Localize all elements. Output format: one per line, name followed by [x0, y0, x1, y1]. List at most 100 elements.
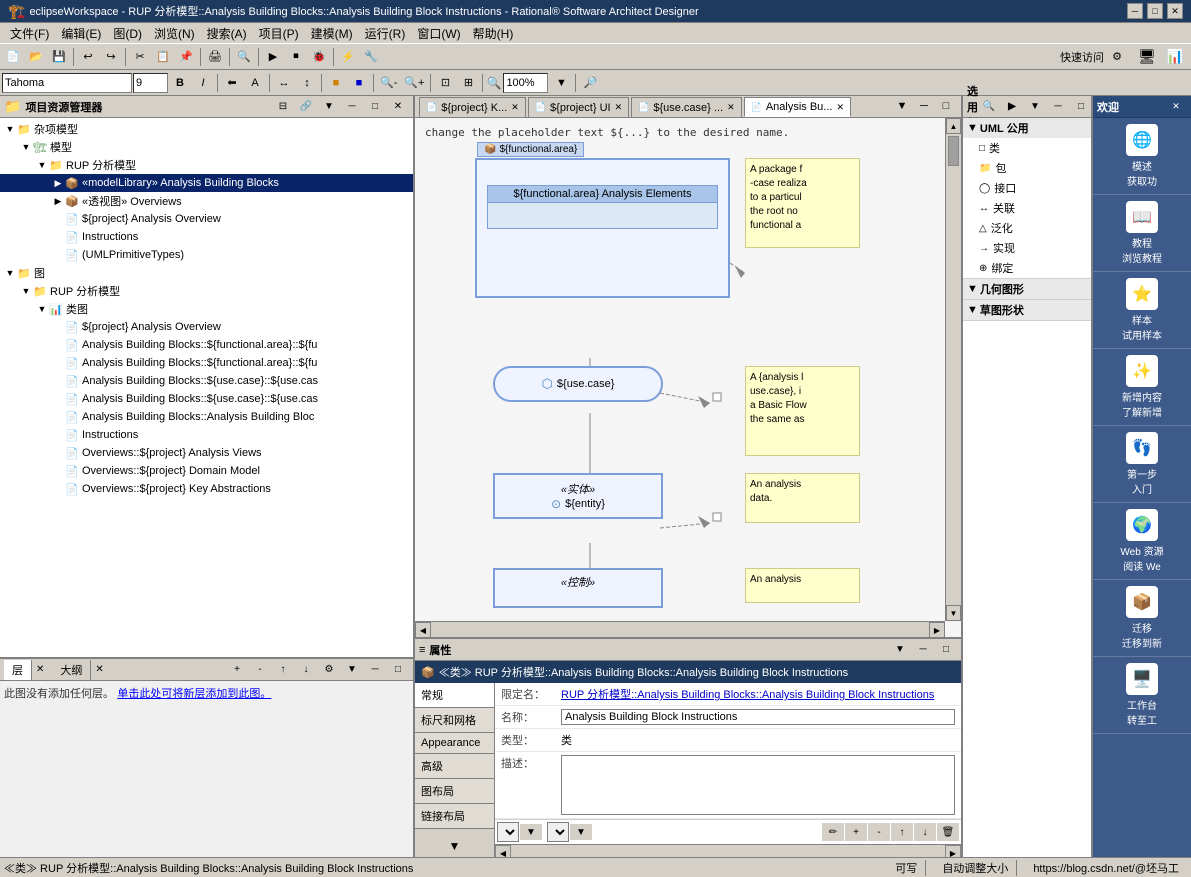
- menu-project[interactable]: 项目(P): [253, 23, 305, 44]
- pe-menu[interactable]: ▼: [318, 99, 340, 115]
- tb-cut[interactable]: ✂: [129, 46, 151, 68]
- tab-close-2[interactable]: ✕: [727, 102, 735, 113]
- menu-browse[interactable]: 浏览(N): [148, 23, 201, 44]
- editor-max[interactable]: □: [935, 96, 957, 117]
- tb-settings[interactable]: ⚙: [1106, 46, 1128, 68]
- tb-undo[interactable]: ↩: [77, 46, 99, 68]
- tab-project-k[interactable]: 📄 ${project} K... ✕: [419, 97, 526, 117]
- props-tab-diagram[interactable]: 图布局: [415, 779, 494, 804]
- palette-section-geometry-header[interactable]: ▼ 几何图形: [963, 279, 1091, 299]
- outline-close[interactable]: ✕: [95, 664, 103, 675]
- props-tab-general[interactable]: 常规: [415, 683, 494, 708]
- tree-item-r13[interactable]: 📄 Analysis Building Blocks::${functional…: [0, 354, 413, 372]
- welcome-firststep[interactable]: 👣 第一步入门: [1093, 426, 1191, 503]
- editor-min[interactable]: ─: [913, 96, 935, 117]
- tree-item-r18[interactable]: 📄 Overviews::${project} Analysis Views: [0, 444, 413, 462]
- tree-item-rup[interactable]: ▼ 📁 RUP 分析模型: [0, 156, 413, 174]
- uml-usecase-shape[interactable]: ⬡ ${use.case}: [493, 366, 663, 402]
- tree-item-modellib[interactable]: ▶ 📦 «modelLibrary» Analysis Building Blo…: [0, 174, 413, 192]
- zoom-input[interactable]: [503, 73, 548, 93]
- tab-project-ui[interactable]: 📄 ${project} UI ✕: [528, 97, 629, 117]
- props-tab-appearance[interactable]: Appearance: [415, 733, 494, 754]
- props-edit-4[interactable]: ↑: [891, 823, 913, 841]
- tab-close-0[interactable]: ✕: [511, 102, 519, 113]
- font-size-input[interactable]: [133, 73, 168, 93]
- tree-item-r12[interactable]: 📄 Analysis Building Blocks::${functional…: [0, 336, 413, 354]
- tb-btn3[interactable]: 🐞: [308, 46, 330, 68]
- menu-run[interactable]: 运行(R): [359, 23, 412, 44]
- layers-down[interactable]: ↓: [295, 662, 317, 678]
- pe-link[interactable]: 🔗: [295, 99, 317, 115]
- tree-item-r20[interactable]: 📄 Overviews::${project} Key Abstractions: [0, 480, 413, 498]
- tb-save[interactable]: 💾: [48, 46, 70, 68]
- uml-entity-shape[interactable]: «实体» ⊙ ${entity}: [493, 473, 663, 519]
- palette-item-class[interactable]: □ 类: [963, 138, 1091, 158]
- tree-item-r17[interactable]: 📄 Instructions: [0, 426, 413, 444]
- welcome-tutorial[interactable]: 📖 教程浏览教程: [1093, 195, 1191, 272]
- tab-analysis-bu[interactable]: 📄 Analysis Bu... ✕: [744, 97, 851, 117]
- tb-arrange[interactable]: ⊞: [457, 72, 479, 94]
- palette-item-interface[interactable]: ◯ 接口: [963, 178, 1091, 198]
- tab-usecase[interactable]: 📄 ${use.case} ... ✕: [631, 97, 741, 117]
- align-left[interactable]: ⬅: [221, 72, 243, 94]
- props-edit-1[interactable]: ✏: [822, 823, 844, 841]
- welcome-close[interactable]: ✕: [1165, 100, 1187, 114]
- tab-close-1[interactable]: ✕: [615, 102, 623, 113]
- tree-item-overviews[interactable]: ▶ 📦 «透视图» Overviews: [0, 192, 413, 210]
- font-name-input[interactable]: [2, 73, 132, 93]
- props-tb-2[interactable]: ▼: [570, 824, 592, 840]
- palette-max[interactable]: □: [1070, 99, 1092, 115]
- layers-max[interactable]: □: [387, 662, 409, 678]
- menu-edit[interactable]: 编辑(E): [55, 23, 107, 44]
- props-tab-ruler[interactable]: 标尺和网格: [415, 708, 494, 733]
- tree-item-r14[interactable]: 📄 Analysis Building Blocks::${use.case}:…: [0, 372, 413, 390]
- props-tab-connector[interactable]: 链接布局: [415, 804, 494, 829]
- tab-menu[interactable]: ▼: [891, 96, 913, 117]
- tb-extra[interactable]: 🔎: [579, 72, 601, 94]
- palette-search[interactable]: 🔍: [978, 99, 1000, 115]
- palette-min[interactable]: ─: [1047, 99, 1069, 115]
- tab-close-3[interactable]: ✕: [836, 102, 844, 113]
- bold-button[interactable]: B: [169, 72, 191, 94]
- perspectives-1[interactable]: 🖥: [1133, 46, 1161, 68]
- welcome-new[interactable]: ✨ 新增内容了解新增: [1093, 349, 1191, 426]
- zoom-dropdown[interactable]: ▼: [550, 72, 572, 94]
- palette-item-bind[interactable]: ⊕ 绑定: [963, 258, 1091, 278]
- props-edit-6[interactable]: 🗑: [937, 823, 959, 841]
- font-color[interactable]: A: [244, 72, 266, 94]
- maximize-button[interactable]: □: [1147, 3, 1163, 19]
- props-tab-advanced[interactable]: 高级: [415, 754, 494, 779]
- pe-maximize[interactable]: □: [364, 99, 386, 115]
- tb-diagram-1[interactable]: ↔: [273, 72, 295, 94]
- layers-props[interactable]: ⚙: [318, 662, 340, 678]
- palette-item-general[interactable]: △ 泛化: [963, 218, 1091, 238]
- tab-layers[interactable]: 层: [4, 660, 32, 680]
- props-hscroll[interactable]: ◀ ▶: [495, 844, 961, 857]
- palette-menu[interactable]: ▼: [1024, 99, 1046, 115]
- menu-model[interactable]: 建模(M): [305, 23, 359, 44]
- tb-btn1[interactable]: ▶: [262, 46, 284, 68]
- palette-section-uml-header[interactable]: ▼ UML 公用: [963, 118, 1091, 138]
- props-select-1[interactable]: [497, 822, 519, 842]
- palette-section-sketch-header[interactable]: ▼ 草图形状: [963, 300, 1091, 320]
- perspectives-2[interactable]: 📊: [1161, 46, 1189, 68]
- tree-item-rup2[interactable]: ▼ 📁 RUP 分析模型: [0, 282, 413, 300]
- palette-item-package[interactable]: 📁 包: [963, 158, 1091, 178]
- tree-item-r15[interactable]: 📄 Analysis Building Blocks::${use.case}:…: [0, 390, 413, 408]
- props-input-name[interactable]: [561, 709, 955, 725]
- props-max[interactable]: □: [935, 642, 957, 658]
- tab-outline[interactable]: 大纲: [52, 660, 91, 680]
- tree-item-misc[interactable]: ▼ 📁 杂项模型: [0, 120, 413, 138]
- tb-btn5[interactable]: 🔧: [360, 46, 382, 68]
- tb-diagram-2[interactable]: ↕: [296, 72, 318, 94]
- menu-search[interactable]: 搜索(A): [201, 23, 253, 44]
- layer-hint-link[interactable]: 单击此处可将新层添加到此图。: [117, 685, 271, 701]
- welcome-overview[interactable]: 🌐 模述获取功: [1093, 118, 1191, 195]
- tree-item-instructions[interactable]: 📄 Instructions: [0, 228, 413, 246]
- tree-item-model[interactable]: ▼ 🏗 模型: [0, 138, 413, 156]
- tb-zoom-in[interactable]: 🔍+: [401, 72, 427, 94]
- tree-item-classdiag[interactable]: ▼ 📊 类图: [0, 300, 413, 318]
- minimize-button[interactable]: ─: [1127, 3, 1143, 19]
- tb-fit[interactable]: ⊡: [434, 72, 456, 94]
- welcome-workbench[interactable]: 🖥️ 工作台转至工: [1093, 657, 1191, 734]
